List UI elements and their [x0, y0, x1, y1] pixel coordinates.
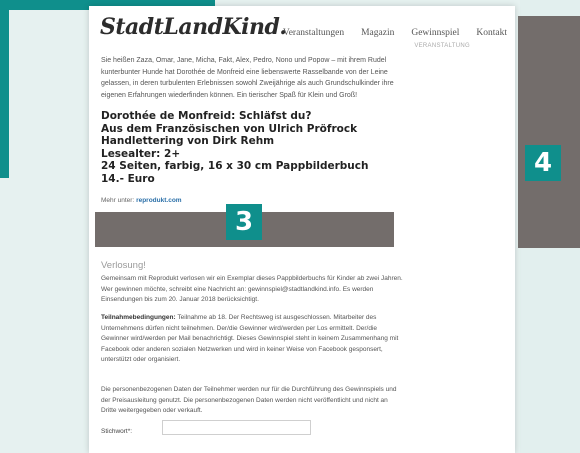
book-translator: Aus dem Französischen von Ulrich Pröfroc… [101, 122, 358, 135]
raffle-paragraph: Gemeinsam mit Reprodukt verlosen wir ein… [101, 275, 403, 303]
book-age: Lesealter: 2+ [101, 147, 181, 160]
keyword-input[interactable] [162, 420, 311, 435]
book-format: 24 Seiten, farbig, 16 x 30 cm Pappbilder… [101, 160, 369, 173]
nav-item-gewinnspiel[interactable]: Gewinnspiel [411, 28, 459, 38]
site-logo[interactable]: StadtLandKind. [100, 14, 287, 40]
more-label: Mehr unter: [101, 197, 135, 204]
privacy-paragraph: Die personenbezogenen Daten der Teilnehm… [101, 386, 397, 414]
nav-item-magazin[interactable]: Magazin [361, 28, 394, 38]
nav-sub-label: VERANSTALTUNG [414, 43, 470, 49]
keyword-label: Stichwort*: [101, 428, 133, 435]
conditions-label: Teilnahmebedingungen: [101, 314, 176, 321]
book-title: Dorothée de Monfreid: Schläfst du? [101, 110, 312, 122]
teal-frame-left [0, 0, 9, 178]
more-info: Mehr unter: reprodukt.com [101, 197, 182, 204]
badge-3: 3 [226, 204, 262, 240]
main-nav: Veranstaltungen Magazin Gewinnspiel Kont… [283, 28, 507, 38]
intro-text: Sie heißen Zaza, Omar, Jane, Micha, Fakt… [101, 57, 394, 99]
badge-4: 4 [525, 145, 561, 181]
book-lettering: Handlettering von Dirk Rehm [101, 135, 275, 148]
raffle-heading: Verlosung! [101, 260, 146, 271]
conditions-paragraph: Teilnahmebedingungen: Teilnahme ab 18. D… [101, 313, 403, 366]
overlay-block [518, 16, 580, 248]
book-details: Dorothée de Monfreid: Schläfst du? Aus d… [101, 110, 401, 186]
book-price: 14.- Euro [101, 172, 155, 185]
nav-item-veranstaltungen[interactable]: Veranstaltungen [283, 28, 344, 38]
conditions-text: Teilnahme ab 18. Der Rechtsweg ist ausge… [101, 314, 399, 363]
nav-item-kontakt[interactable]: Kontakt [476, 28, 507, 38]
more-link[interactable]: reprodukt.com [136, 197, 182, 204]
